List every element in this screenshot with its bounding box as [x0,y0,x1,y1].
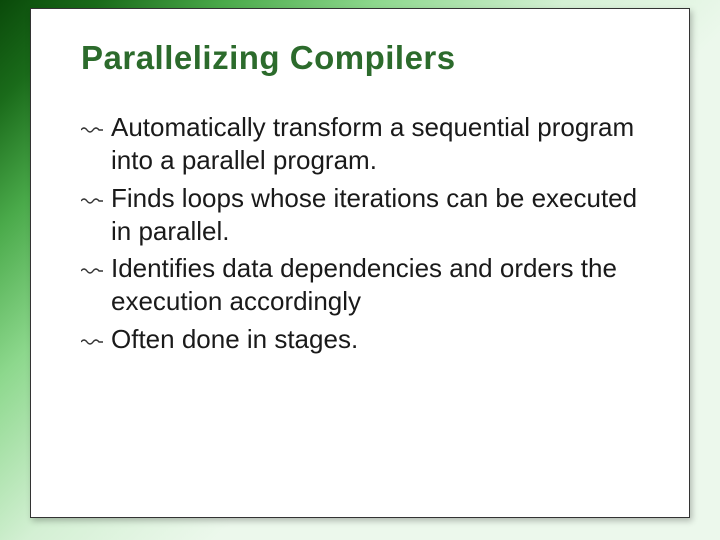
list-item: Identifies data dependencies and orders … [81,252,649,319]
slide-card: Parallelizing Compilers Automatically tr… [30,8,690,518]
list-item: Finds loops whose iterations can be exec… [81,182,649,249]
bullet-list: Automatically transform a sequential pro… [81,111,649,356]
slide-title: Parallelizing Compilers [81,39,649,77]
list-item: Often done in stages. [81,323,649,356]
list-item: Automatically transform a sequential pro… [81,111,649,178]
